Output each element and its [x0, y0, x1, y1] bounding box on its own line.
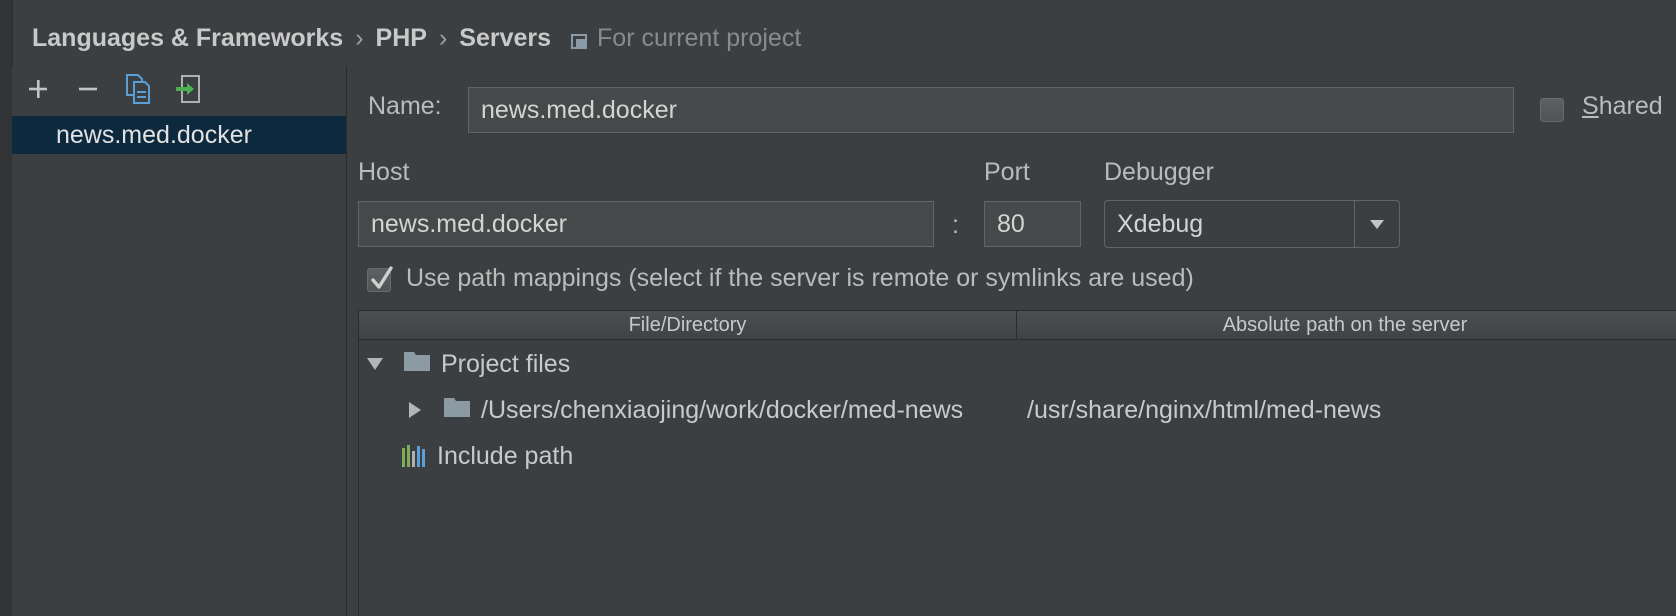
shared-mnemonic: S: [1582, 92, 1599, 120]
host-label: Host: [358, 158, 410, 186]
shared-checkbox[interactable]: [1540, 98, 1564, 122]
server-list-item[interactable]: news.med.docker: [12, 116, 346, 154]
copy-server-button[interactable]: [122, 73, 154, 105]
collapsed-arrow-icon[interactable]: [405, 400, 425, 420]
table-row[interactable]: Include path: [359, 436, 1676, 476]
server-list-toolbar: [22, 66, 204, 112]
host-port-separator: :: [952, 211, 959, 239]
table-header: File/Directory Absolute path on the serv…: [359, 310, 1676, 340]
column-header-file-directory[interactable]: File/Directory: [359, 311, 1017, 339]
settings-panel: Languages & Frameworks › PHP › Servers F…: [0, 0, 1676, 616]
import-icon: [176, 75, 200, 103]
breadcrumb-servers: Servers: [459, 23, 552, 52]
server-path-label: /usr/share/nginx/html/med-news: [1027, 395, 1382, 424]
port-label: Port: [984, 158, 1030, 186]
use-path-mappings-checkbox[interactable]: [367, 266, 393, 292]
local-path-label: /Users/chenxiaojing/work/docker/med-news: [481, 395, 964, 424]
name-label: Name:: [368, 92, 442, 120]
folder-icon: [443, 396, 471, 425]
use-path-mappings-label[interactable]: Use path mappings (select if the server …: [406, 264, 1194, 293]
shared-label-rest: hared: [1598, 92, 1663, 120]
name-input[interactable]: [468, 87, 1514, 133]
minus-icon: [79, 87, 97, 91]
library-icon: [401, 444, 429, 468]
tree-node-label: Include path: [437, 441, 574, 470]
plus-icon: [29, 80, 47, 98]
chevron-down-icon[interactable]: [1354, 201, 1399, 247]
server-list-panel: news.med.docker: [12, 66, 347, 616]
shared-label[interactable]: Shared: [1582, 92, 1663, 121]
debugger-select[interactable]: Xdebug: [1104, 200, 1400, 248]
breadcrumb: Languages & Frameworks › PHP › Servers F…: [32, 20, 801, 56]
breadcrumb-separator: ›: [438, 23, 448, 52]
debugger-select-value: Xdebug: [1117, 210, 1204, 238]
port-input[interactable]: [984, 201, 1081, 247]
server-list-item-label: news.med.docker: [56, 120, 252, 149]
table-row[interactable]: Project files: [359, 344, 1676, 384]
add-server-button[interactable]: [22, 73, 54, 105]
server-path-cell[interactable]: /usr/share/nginx/html/med-news: [1027, 390, 1381, 430]
tree-node-label: Project files: [441, 349, 571, 378]
table-row[interactable]: /Users/chenxiaojing/work/docker/med-news…: [359, 390, 1676, 430]
remove-server-button[interactable]: [72, 73, 104, 105]
file-cell: /Users/chenxiaojing/work/docker/med-news: [359, 390, 1017, 430]
project-scope-label: For current project: [597, 23, 802, 52]
column-header-server-path[interactable]: Absolute path on the server: [1017, 311, 1673, 339]
checkmark-icon: [371, 266, 393, 289]
host-input[interactable]: [358, 201, 934, 247]
file-cell: Include path: [359, 436, 1017, 476]
breadcrumb-php[interactable]: PHP: [376, 24, 427, 53]
path-mappings-table: File/Directory Absolute path on the serv…: [358, 310, 1676, 616]
expanded-arrow-icon[interactable]: [365, 354, 385, 374]
folder-icon: [403, 350, 431, 379]
project-scope-icon: [571, 29, 589, 49]
file-cell: Project files: [359, 344, 1017, 384]
copy-icon: [126, 74, 150, 104]
debugger-label: Debugger: [1104, 158, 1214, 186]
breadcrumb-separator: ›: [355, 23, 364, 52]
breadcrumb-languages-frameworks[interactable]: Languages & Frameworks: [32, 24, 343, 53]
import-server-button[interactable]: [172, 73, 204, 105]
